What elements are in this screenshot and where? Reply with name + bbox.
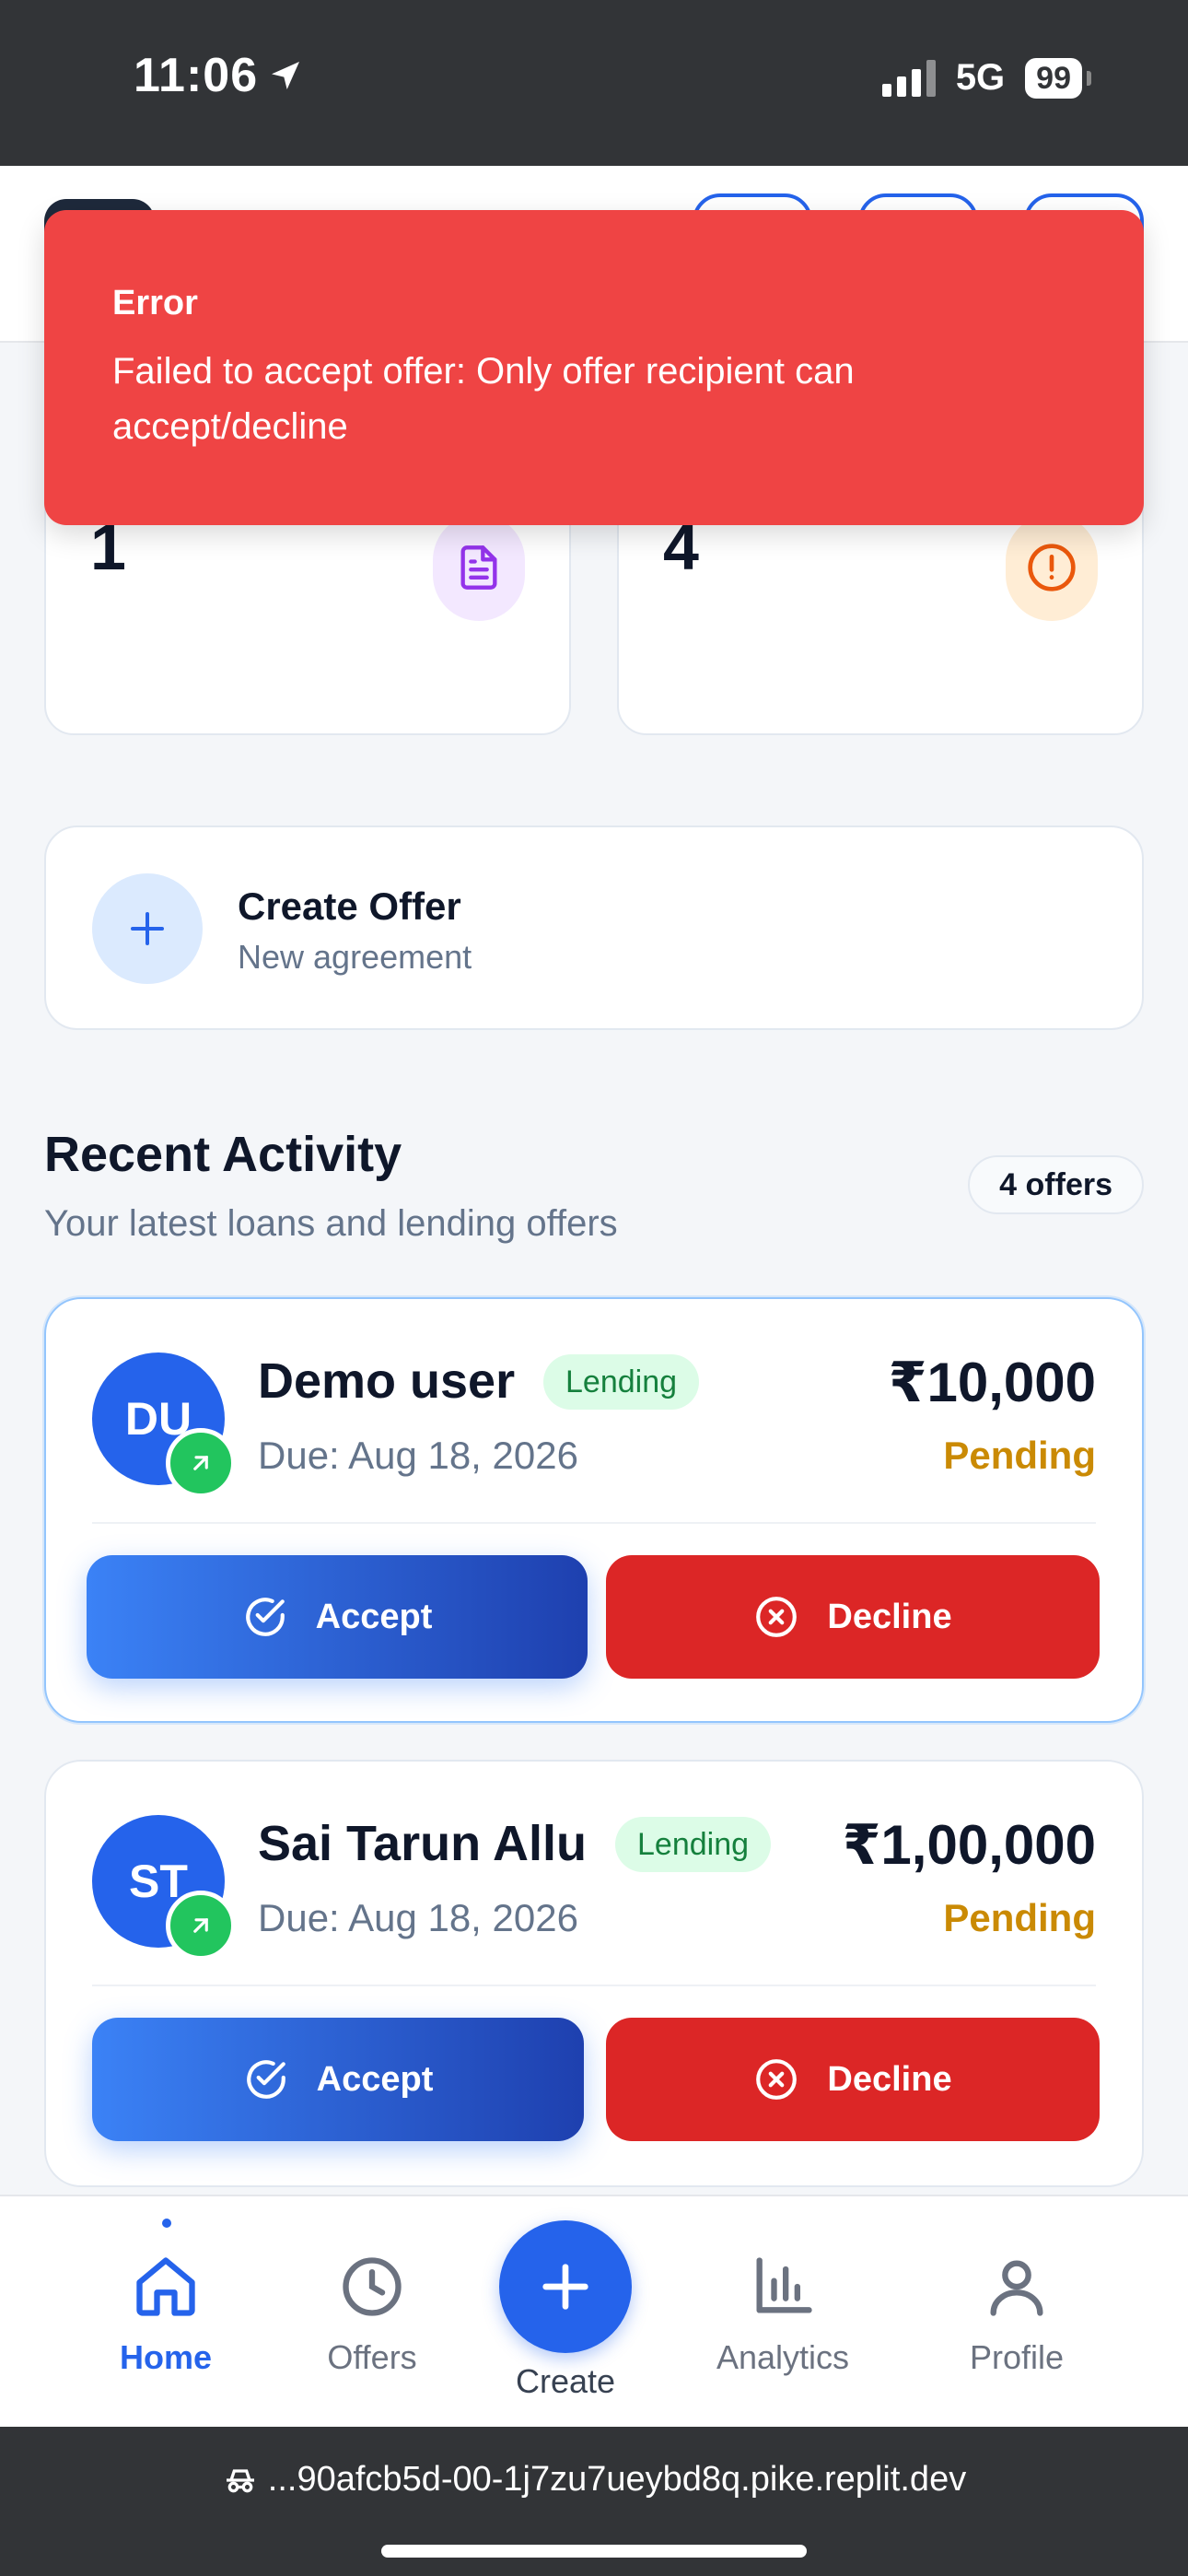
toast-message: Failed to accept offer: Only offer recip…	[112, 351, 855, 447]
browser-url-bar: ...90afcb5d-00-1j7zu7ueybd8q.pike.replit…	[0, 2427, 1188, 2576]
offer-name: Sai Tarun Allu	[258, 1816, 588, 1871]
accept-label: Accept	[315, 1597, 433, 1636]
nav-item-offers[interactable]: Offers	[280, 2252, 464, 2377]
location-arrow-icon	[272, 62, 300, 89]
home-indicator[interactable]	[381, 2545, 807, 2558]
offer-card[interactable]: DU Demo user Lending Due: Aug 18, 2026 ₹…	[44, 1297, 1144, 1723]
divider	[92, 1522, 1096, 1524]
arrow-up-right-icon	[166, 1428, 236, 1498]
accept-label: Accept	[316, 2059, 434, 2099]
create-offer-subtitle: New agreement	[238, 938, 472, 976]
accept-button[interactable]: Accept	[87, 1555, 588, 1679]
decline-button[interactable]: Decline	[606, 2018, 1100, 2141]
url-field[interactable]: ...90afcb5d-00-1j7zu7ueybd8q.pike.replit…	[0, 2460, 1188, 2500]
accept-button[interactable]: Accept	[92, 2018, 584, 2141]
bar-chart-icon	[756, 2257, 812, 2313]
nav-item-analytics[interactable]: Analytics	[691, 2252, 875, 2377]
alert-circle-icon	[1006, 514, 1098, 621]
plus-icon	[542, 2264, 588, 2310]
plus-icon	[92, 873, 203, 984]
user-icon	[990, 2260, 1043, 2316]
nav-label: Profile	[969, 2338, 1065, 2376]
divider	[92, 1985, 1096, 1986]
signal-icon	[881, 59, 936, 97]
lending-badge: Lending	[615, 1817, 772, 1872]
status-time: 11:06	[134, 48, 304, 103]
offers-count-badge: 4 offers	[968, 1155, 1144, 1214]
time-text: 11:06	[134, 49, 259, 102]
offer-amount: ₹10,000	[888, 1352, 1096, 1413]
create-offer-title: Create Offer	[238, 884, 461, 928]
x-circle-icon	[756, 2059, 798, 2100]
offer-status: Pending	[943, 1896, 1096, 1939]
network-type: 5G	[955, 57, 1006, 98]
nav-item-profile[interactable]: Profile	[925, 2252, 1109, 2377]
decline-label: Decline	[827, 1597, 952, 1636]
decline-button[interactable]: Decline	[606, 1555, 1100, 1679]
nav-item-home[interactable]: Home	[74, 2252, 258, 2377]
clock-icon	[343, 2257, 402, 2316]
nav-label: Home	[119, 2338, 213, 2376]
nav-label: Analytics	[716, 2338, 850, 2376]
check-circle-icon	[246, 2060, 285, 2099]
section-subtitle: Your latest loans and lending offers	[44, 1203, 618, 1244]
status-bar: 11:06 5G 99	[0, 0, 1188, 166]
check-circle-icon	[245, 1598, 285, 1636]
document-icon	[433, 514, 525, 621]
offer-card[interactable]: ST Sai Tarun Allu Lending Due: Aug 18, 2…	[44, 1760, 1144, 2187]
offer-amount: ₹1,00,000	[842, 1814, 1096, 1876]
error-toast[interactable]: Error Failed to accept offer: Only offer…	[44, 210, 1144, 525]
section-title: Recent Activity	[44, 1127, 402, 1182]
offer-name: Demo user	[258, 1353, 516, 1409]
battery-icon: 99	[1025, 57, 1091, 99]
bottom-nav: Home Offers Create Analytics Profile	[0, 2195, 1188, 2427]
active-indicator	[162, 2219, 171, 2228]
arrow-up-right-icon	[166, 1891, 236, 1961]
decline-label: Decline	[827, 2059, 952, 2099]
offer-due-date: Due: Aug 18, 2026	[258, 1896, 578, 1939]
lending-badge: Lending	[543, 1354, 700, 1410]
url-text: ...90afcb5d-00-1j7zu7ueybd8q.pike.replit…	[267, 2460, 967, 2499]
home-icon	[136, 2257, 195, 2316]
offer-status: Pending	[943, 1434, 1096, 1477]
incognito-icon	[226, 2468, 254, 2492]
create-offer-card[interactable]: Create Offer New agreement	[44, 825, 1144, 1030]
nav-label: Offers	[327, 2338, 417, 2376]
toast-title: Error	[112, 284, 198, 322]
x-circle-icon	[756, 1597, 798, 1637]
offer-due-date: Due: Aug 18, 2026	[258, 1434, 578, 1477]
create-fab-button[interactable]	[499, 2220, 632, 2353]
nav-label: Create	[515, 2362, 616, 2400]
